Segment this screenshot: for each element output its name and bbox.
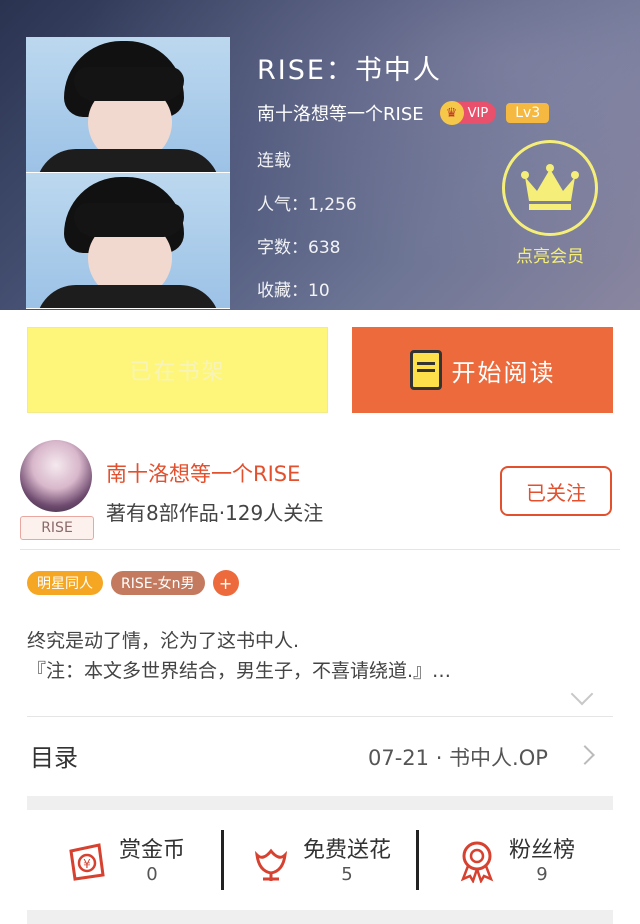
stat-value: 5 [341, 863, 353, 885]
stat-label: 赏金币 [118, 837, 185, 863]
level-badge: Lv3 [506, 103, 550, 123]
avatar-tag: RISE [20, 516, 94, 540]
author-avatar[interactable] [20, 440, 92, 512]
stat-value: 0 [146, 863, 158, 885]
book-author[interactable]: 南十洛想等一个RISE [257, 100, 424, 126]
member-label: 点亮会员 [516, 247, 584, 267]
book-description[interactable]: 终究是动了情，沦为了这书中人. 『注：本文多世界结合，男生子，不喜请绕道.』… [27, 626, 602, 686]
add-tag-button[interactable]: + [212, 570, 239, 596]
free-flower-button[interactable]: 免费送花 5 [222, 830, 418, 892]
section-separator [27, 796, 613, 810]
chevron-right-icon[interactable] [575, 745, 595, 765]
toc-label[interactable]: 目录 [30, 738, 78, 773]
crown-icon: ♛ [439, 101, 464, 125]
tag-chip[interactable]: RISE-女n男 [111, 571, 205, 595]
toc-latest-chapter[interactable]: 07-21 · 书中人.OP [368, 742, 548, 772]
book-status: 连载 [257, 151, 291, 171]
author-card-name[interactable]: 南十洛想等一个RISE [106, 458, 300, 488]
member-button[interactable]: 点亮会员 [500, 140, 600, 270]
author-row: 南十洛想等一个RISE ♛ VIP Lv3 [257, 100, 550, 126]
divider [20, 549, 620, 550]
svg-text:¥: ¥ [83, 857, 91, 871]
tag-list: 明星同人 RISE-女n男 + [27, 570, 247, 596]
divider [27, 716, 613, 717]
section-separator [27, 910, 613, 924]
fan-ranking-button[interactable]: 粉丝榜 9 [417, 830, 613, 892]
flower-icon [254, 848, 288, 881]
book-favorites: 收藏：10 [257, 281, 330, 301]
reward-coins-button[interactable]: ¥ 赏金币 0 [27, 830, 223, 892]
vip-label: VIP [467, 105, 489, 121]
start-reading-label: 开始阅读 [451, 358, 556, 387]
stat-label: 免费送花 [302, 837, 391, 863]
cover-photo-top [26, 37, 230, 173]
vip-badge: ♛ VIP [439, 101, 497, 125]
cover-photo-bottom [26, 173, 230, 309]
stat-value: 9 [536, 863, 548, 885]
tag-chip[interactable]: 明星同人 [27, 571, 103, 595]
stat-label: 粉丝榜 [508, 837, 575, 863]
description-line: 终究是动了情，沦为了这书中人. [27, 630, 300, 652]
author-card-stats: 著有8部作品·129人关注 [106, 501, 324, 525]
crown-icon [502, 140, 598, 236]
red-envelope-icon: ¥ [69, 843, 105, 881]
medal-icon [460, 841, 494, 883]
description-line: 『注：本文多世界结合，男生子，不喜请绕道.』… [27, 660, 452, 682]
follow-button[interactable]: 已关注 [500, 466, 612, 516]
book-cover[interactable] [26, 37, 230, 310]
chevron-down-icon[interactable] [570, 682, 594, 706]
start-reading-button[interactable]: 开始阅读 [352, 327, 613, 413]
book-icon [409, 350, 442, 390]
book-title: RISE：书中人 [257, 55, 442, 86]
book-popularity: 人气：1,256 [257, 195, 357, 215]
book-word-count: 字数：638 [257, 238, 341, 258]
shelf-button[interactable]: 已在书架 [27, 327, 328, 413]
